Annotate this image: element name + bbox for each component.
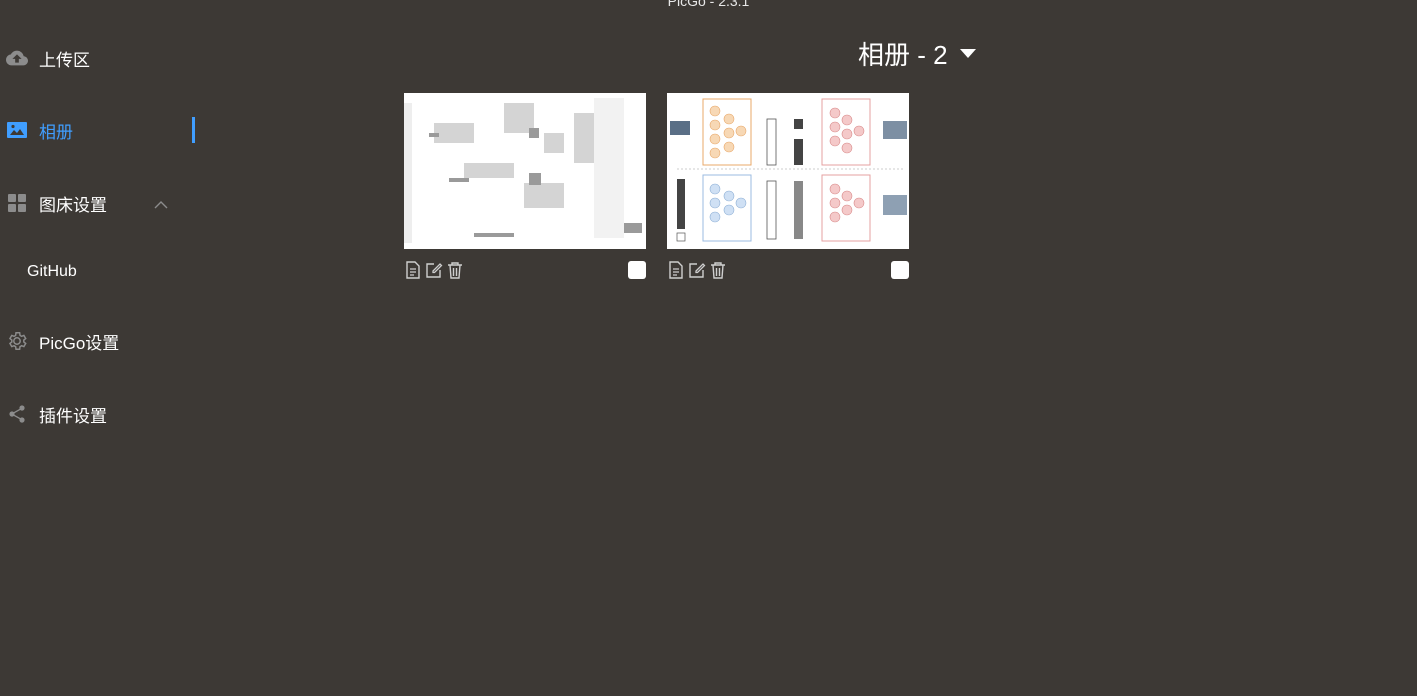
gallery-card [404,93,646,287]
active-indicator [192,117,195,143]
sidebar-item-label: 插件设置 [39,406,107,426]
sidebar-item-label: PicGo设置 [39,333,120,353]
edit-icon[interactable] [425,261,443,279]
caret-down-icon [959,48,976,58]
sidebar-item-label: 上传区 [39,50,90,70]
album-title-dropdown[interactable]: 相册 - 2 [858,36,976,70]
sidebar-item-gallery[interactable]: 相册 [0,110,200,150]
sidebar: 上传区 相册 图床设置 GitHub PicGo设置 插件设置 [0,0,200,696]
select-checkbox[interactable] [891,261,909,279]
grid-icon [6,192,28,214]
gear-icon [6,330,28,352]
sidebar-item-label: 相册 [39,122,73,142]
delete-icon[interactable] [709,261,727,279]
sidebar-item-picgo-settings[interactable]: PicGo设置 [0,321,200,361]
gallery-card [667,93,909,287]
album-title: 相册 - 2 [858,39,948,70]
sidebar-item-picbed-settings[interactable]: 图床设置 [0,183,200,223]
select-checkbox[interactable] [628,261,646,279]
diagram-image [667,93,909,249]
cloud-upload-icon [6,47,28,69]
image-thumbnail[interactable] [404,93,646,249]
image-thumbnail[interactable] [667,93,909,249]
image-icon [6,119,28,141]
window-title: PicGo - 2.3.1 [667,0,750,9]
blurred-image [404,93,646,249]
share-icon [6,403,28,425]
chevron-up-icon[interactable] [154,195,168,215]
sidebar-item-label: GitHub [27,263,77,280]
copy-link-icon[interactable] [667,261,685,279]
sidebar-item-label: 图床设置 [39,195,107,215]
sidebar-item-plugin-settings[interactable]: 插件设置 [0,394,200,434]
sidebar-subitem-github[interactable]: GitHub [27,257,77,287]
sidebar-item-upload[interactable]: 上传区 [0,38,200,78]
delete-icon[interactable] [446,261,464,279]
edit-icon[interactable] [688,261,706,279]
copy-link-icon[interactable] [404,261,422,279]
